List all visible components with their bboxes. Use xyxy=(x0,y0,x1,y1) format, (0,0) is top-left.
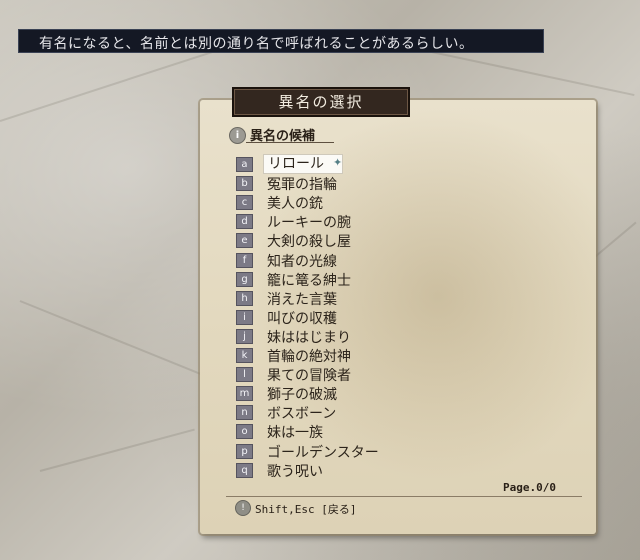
alias-option[interactable]: j 妹ははじまり xyxy=(236,327,436,346)
option-name[interactable]: ゴールデンスター xyxy=(267,442,379,462)
option-key-label[interactable]: i xyxy=(236,309,253,325)
alias-option[interactable]: c 美人の銃 xyxy=(236,193,436,212)
alias-option[interactable]: k 首輪の絶対神 xyxy=(236,346,436,365)
option-name[interactable]: ボスボーン xyxy=(267,403,336,423)
alias-option[interactable]: e 大剣の殺し屋 xyxy=(236,231,436,250)
option-key-label[interactable]: l xyxy=(236,367,253,383)
option-name[interactable]: 冤罪の指輪 xyxy=(267,174,337,194)
option-key-label[interactable]: o xyxy=(236,424,253,440)
option-key-label[interactable]: c xyxy=(236,195,253,211)
message-text: 有名になると、名前とは別の通り名で呼ばれることがあるらしい。 xyxy=(39,36,474,52)
option-key-label[interactable]: h xyxy=(236,290,253,306)
option-name[interactable]: 知者の光線 xyxy=(267,251,337,271)
selection-cursor-icon: ✦ xyxy=(333,156,343,169)
alias-option[interactable]: a リロール ✦ xyxy=(236,154,436,174)
alias-option[interactable]: g 籠に篭る紳士 xyxy=(236,270,436,289)
section-info-icon: i xyxy=(229,127,246,144)
alias-option[interactable]: m 獅子の破滅 xyxy=(236,384,436,403)
option-name[interactable]: 叫びの収穫 xyxy=(267,308,337,328)
option-name[interactable]: 籠に篭る紳士 xyxy=(267,270,351,290)
page-indicator: Page.0/0 xyxy=(503,481,556,494)
option-key-label[interactable]: p xyxy=(236,443,253,459)
option-name[interactable]: 消えた言葉 xyxy=(267,289,337,309)
option-key-label[interactable]: e xyxy=(236,233,253,249)
alias-option[interactable]: q 歌う呪い xyxy=(236,461,436,480)
option-key-label[interactable]: d xyxy=(236,214,253,230)
option-name[interactable]: 獅子の破滅 xyxy=(267,384,337,404)
option-name[interactable]: 果ての冒険者 xyxy=(267,365,351,385)
hint-bulb-icon: ! xyxy=(235,500,251,516)
option-name[interactable]: 妹ははじまり xyxy=(267,327,351,347)
option-name[interactable]: 美人の銃 xyxy=(267,193,323,213)
alias-option[interactable]: h 消えた言葉 xyxy=(236,289,436,308)
option-name[interactable]: 首輪の絶対神 xyxy=(267,346,351,366)
option-name[interactable]: リロール xyxy=(263,154,343,174)
alias-option[interactable]: n ボスボーン xyxy=(236,403,436,422)
key-hint: Shift,Esc [戻る] xyxy=(255,503,357,516)
option-key-label[interactable]: m xyxy=(236,386,253,402)
alias-option[interactable]: f 知者の光線 xyxy=(236,251,436,270)
alias-option[interactable]: p ゴールデンスター xyxy=(236,442,436,461)
marble-vein xyxy=(19,300,206,377)
option-name[interactable]: ルーキーの腕 xyxy=(267,212,351,232)
option-name[interactable]: 歌う呪い xyxy=(267,461,323,481)
alias-option[interactable]: i 叫びの収穫 xyxy=(236,308,436,327)
footer-divider xyxy=(226,496,582,497)
marble-vein xyxy=(589,221,637,262)
alias-option[interactable]: d ルーキーの腕 xyxy=(236,212,436,231)
option-name[interactable]: 妹は一族 xyxy=(267,422,323,442)
option-name[interactable]: 大剣の殺し屋 xyxy=(267,231,351,251)
option-key-label[interactable]: q xyxy=(236,462,253,478)
marble-vein xyxy=(39,428,195,472)
option-key-label[interactable]: j xyxy=(236,328,253,344)
option-key-label[interactable]: f xyxy=(236,252,253,268)
alias-option[interactable]: o 妹は一族 xyxy=(236,422,436,441)
panel-title: 異名の選択 xyxy=(232,87,410,117)
option-key-label[interactable]: b xyxy=(236,176,253,192)
alias-option[interactable]: b 冤罪の指輪 xyxy=(236,174,436,193)
option-key-label[interactable]: k xyxy=(236,348,253,363)
section-divider xyxy=(246,142,334,143)
option-key-label[interactable]: a xyxy=(236,157,253,172)
option-key-label[interactable]: g xyxy=(236,271,253,287)
message-bar: 有名になると、名前とは別の通り名で呼ばれることがあるらしい。 xyxy=(18,29,544,53)
option-key-label[interactable]: n xyxy=(236,405,253,421)
alias-option[interactable]: l 果ての冒険者 xyxy=(236,365,436,384)
